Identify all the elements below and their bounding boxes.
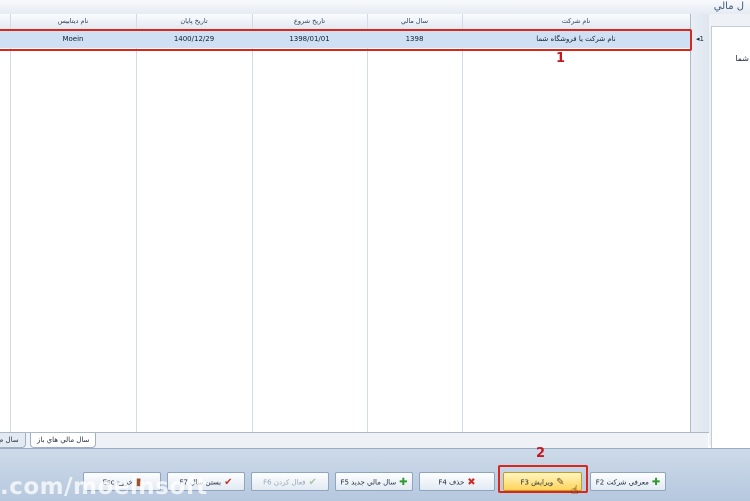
annotation-badge-1: 1 bbox=[556, 51, 566, 66]
column-divider bbox=[10, 14, 11, 432]
plus-icon: ✚ bbox=[651, 477, 661, 488]
company-list-box[interactable]: شما bbox=[711, 26, 750, 460]
define-company-button[interactable]: ✚معرفي شرکت F2 bbox=[590, 472, 666, 491]
row-indicator-column: ◂1 bbox=[690, 14, 709, 432]
activate-label: فعال کردن F6 bbox=[263, 478, 306, 487]
column-header-end-date[interactable]: تاريخ پايان bbox=[136, 14, 252, 29]
new-fiscal-year-label: سال مالي جديد F5 bbox=[340, 478, 397, 487]
grid-header: نام شرکت سال مالي تاريخ شروع تاريخ پايان… bbox=[0, 14, 690, 30]
check-icon: ✔ bbox=[308, 477, 317, 488]
column-header-fiscal-year[interactable]: سال مالي bbox=[367, 14, 462, 29]
new-fiscal-year-button[interactable]: ✚سال مالي جديد F5 bbox=[335, 472, 413, 491]
delete-button[interactable]: ✖حذف F4 bbox=[419, 472, 495, 491]
title-bar: ل مالي bbox=[0, 0, 750, 15]
column-divider bbox=[367, 14, 368, 432]
annotation-badge-2: 2 bbox=[536, 446, 546, 461]
column-divider bbox=[136, 14, 137, 432]
activate-button[interactable]: ✔فعال کردن F6 bbox=[251, 472, 329, 491]
watermark: .com/moeinsoft bbox=[0, 474, 208, 500]
selected-row-highlight bbox=[0, 29, 692, 51]
tab-fiscal-years-other[interactable]: سال م bbox=[0, 433, 26, 448]
delete-label: حذف F4 bbox=[438, 478, 465, 487]
column-header-company[interactable]: نام شرکت bbox=[462, 14, 690, 29]
row-indicator[interactable]: ◂1 bbox=[691, 31, 709, 48]
mouse-cursor-icon: ☝ bbox=[571, 483, 579, 497]
plus-icon: ✚ bbox=[399, 477, 408, 488]
check-pen-icon: ✔ bbox=[224, 477, 233, 488]
column-divider bbox=[252, 14, 253, 432]
column-header-start-date[interactable]: تاريخ شروع bbox=[252, 14, 367, 29]
column-header-database[interactable]: نام ديتابيس bbox=[10, 14, 136, 29]
right-panel: شما bbox=[709, 14, 750, 460]
row-number: 1 bbox=[699, 35, 704, 43]
company-list-item[interactable]: شما bbox=[735, 54, 749, 63]
window-title: ل مالي bbox=[713, 1, 744, 12]
tab-strip: سال مالي هاي باز سال م bbox=[0, 432, 708, 449]
column-divider bbox=[462, 14, 463, 432]
tab-open-fiscal-years[interactable]: سال مالي هاي باز bbox=[30, 433, 97, 448]
define-company-label: معرفي شرکت F2 bbox=[595, 478, 649, 487]
fiscal-years-grid[interactable]: نام شرکت سال مالي تاريخ شروع تاريخ پايان… bbox=[0, 14, 709, 433]
delete-x-icon: ✖ bbox=[467, 477, 476, 488]
